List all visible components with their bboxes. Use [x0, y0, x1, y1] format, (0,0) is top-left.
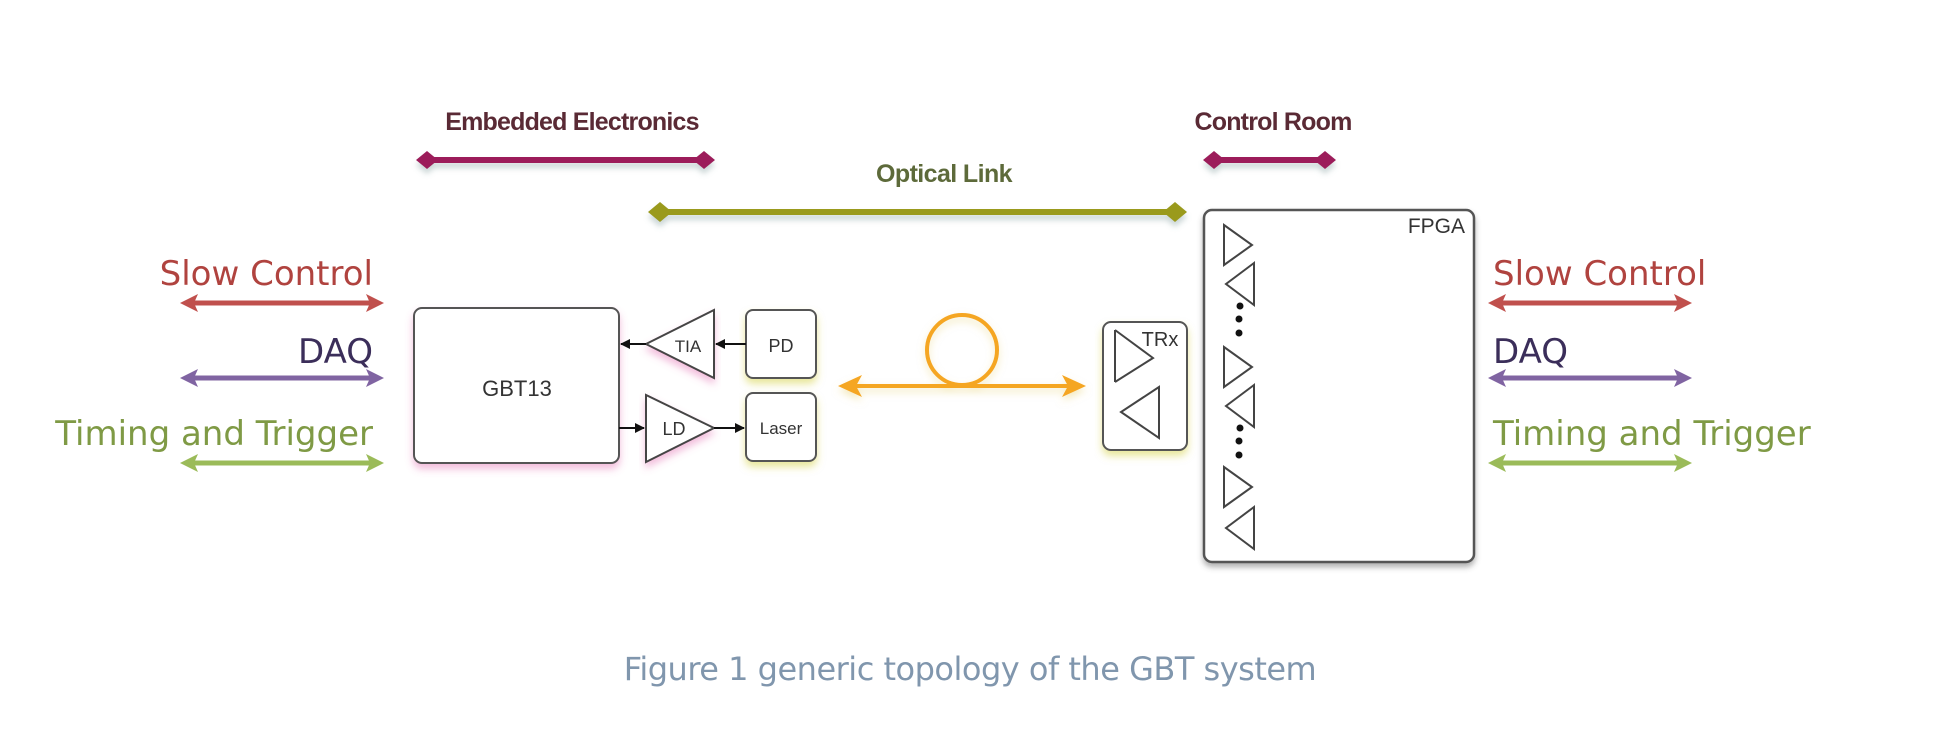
tia-label: TIA: [675, 337, 702, 356]
fpga-label: FPGA: [1408, 215, 1465, 238]
diamond-endpoint-icon: [1163, 202, 1187, 222]
left-slow-control-label: Slow Control: [160, 254, 373, 294]
embedded-electronics-label: Embedded Electronics: [445, 108, 699, 136]
right-timing-trigger-label: Timing and Trigger: [1492, 414, 1811, 454]
ld-label: LD: [662, 419, 685, 439]
gbt13-label: GBT13: [482, 376, 552, 401]
right-signals: Slow Control DAQ Timing and Trigger: [1488, 254, 1811, 472]
fiber-loop-icon: [925, 313, 999, 387]
diamond-endpoint-icon: [1203, 151, 1225, 169]
ld-amplifier: LD: [645, 393, 717, 464]
control-room-label: Control Room: [1194, 108, 1351, 136]
left-timing-trigger-arrow: [180, 454, 384, 472]
right-slow-control-arrow: [1488, 294, 1692, 312]
right-timing-trigger-arrow: [1488, 454, 1692, 472]
optical-link-label: Optical Link: [876, 160, 1013, 188]
right-daq-label: DAQ: [1493, 332, 1568, 372]
diamond-endpoint-icon: [416, 151, 438, 169]
optical-link-bracket: Optical Link: [648, 160, 1187, 222]
laser-label: Laser: [760, 419, 803, 438]
left-slow-control-arrow: [180, 294, 384, 312]
diamond-endpoint-icon: [693, 151, 715, 169]
control-room-bracket: Control Room: [1194, 108, 1352, 169]
diamond-endpoint-icon: [648, 202, 672, 222]
embedded-electronics-bracket: Embedded Electronics: [416, 108, 715, 169]
figure-caption: Figure 1 generic topology of the GBT sys…: [623, 650, 1317, 688]
trx-block: TRx: [1102, 321, 1188, 451]
optical-fiber: [838, 313, 1086, 397]
pd-block: PD: [745, 309, 817, 379]
tia-amplifier: TIA: [643, 308, 715, 380]
left-signals: Slow Control DAQ Timing and Trigger: [54, 254, 384, 472]
laser-block: Laser: [745, 392, 817, 462]
left-timing-trigger-label: Timing and Trigger: [54, 414, 373, 454]
diamond-endpoint-icon: [1314, 151, 1336, 169]
gbt-topology-diagram: Embedded Electronics Control Room Optica…: [54, 108, 1811, 564]
left-daq-label: DAQ: [298, 332, 373, 372]
right-slow-control-label: Slow Control: [1493, 254, 1706, 294]
gbt13-block: GBT13: [413, 307, 620, 464]
fpga-block: FPGA: [1202, 208, 1476, 564]
trx-label: TRx: [1142, 329, 1179, 351]
pd-label: PD: [768, 336, 793, 356]
